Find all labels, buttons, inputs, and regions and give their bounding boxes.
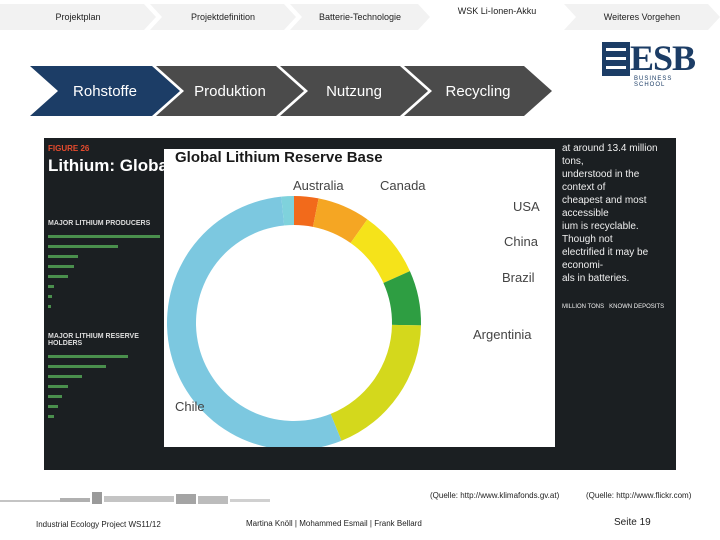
step-rohstoffe[interactable]: Rohstoffe xyxy=(30,66,180,116)
top-navigation: Projektplan Projektdefinition Batterie-T… xyxy=(0,0,720,34)
infographic-left-column: MAJOR LITHIUM PRODUCERS MAJOR LITHIUM RE… xyxy=(48,220,164,431)
esb-logo: ESB BUSINESS SCHOOL xyxy=(600,38,700,88)
label-australia: Australia xyxy=(293,178,344,193)
slice-argentinia xyxy=(330,324,421,441)
logo-mark-icon xyxy=(602,42,630,76)
label-argentinia: Argentinia xyxy=(473,327,532,342)
reserve-chart-panel: Global Lithium Reserve Base Australia Ca… xyxy=(164,149,555,447)
infographic-right-column: at around 13.4 million tons, understood … xyxy=(558,138,676,470)
right-text-1: at around 13.4 million tons, xyxy=(562,143,658,167)
right-text-4: ium is recyclable. Though not xyxy=(562,221,639,245)
producers-bars xyxy=(48,235,160,308)
source-klimafonds: (Quelle: http://www.klimafonds.gv.at) xyxy=(430,491,560,500)
infographic-title: Lithium: Global Stat xyxy=(48,156,164,175)
right-text-5: electrified it may be economi- xyxy=(562,247,649,271)
footer-page-number: Seite 19 xyxy=(614,517,651,528)
footer-authors: Martina Knöll | Mohammed Esmail | Frank … xyxy=(246,519,422,528)
section-producers: MAJOR LITHIUM PRODUCERS xyxy=(48,220,151,227)
legend-million-tons: MILLION TONS xyxy=(562,304,605,310)
footer-decoration xyxy=(0,492,270,504)
right-text-3: cheapest and most accessible xyxy=(562,195,647,219)
label-canada: Canada xyxy=(380,178,426,193)
reserve-bars xyxy=(48,355,128,418)
right-text-6: als in batteries. xyxy=(562,273,630,284)
legend-known-deposits: KNOWN DEPOSITS xyxy=(609,304,665,310)
reserve-donut-chart xyxy=(167,196,422,447)
logo-subtitle: BUSINESS SCHOOL xyxy=(634,76,673,88)
label-brazil: Brazil xyxy=(502,270,535,285)
label-usa: USA xyxy=(513,199,540,214)
section-reserve-holders: MAJOR LITHIUM RESERVE HOLDERS xyxy=(48,333,139,347)
right-text-2: understood in the context of xyxy=(562,169,640,193)
tab-projektplan[interactable]: Projektplan xyxy=(0,4,156,30)
label-chile: Chile xyxy=(175,399,205,414)
label-china: China xyxy=(504,234,538,249)
logo-word: ESB xyxy=(630,38,696,78)
figure-label: FIGURE 26 xyxy=(48,144,90,153)
tab-weiteres-vorgehen[interactable]: Weiteres Vorgehen xyxy=(564,4,720,30)
tab-projektdefinition[interactable]: Projektdefinition xyxy=(150,4,296,30)
footer-course: Industrial Ecology Project WS11/12 xyxy=(36,520,161,529)
tab-wsk-li-ionen-akku[interactable]: WSK Li-Ionen-Akku xyxy=(424,4,570,30)
tab-batterie-technologie[interactable]: Batterie-Technologie xyxy=(290,4,430,30)
source-flickr: (Quelle: http://www.flickr.com) xyxy=(586,491,692,500)
